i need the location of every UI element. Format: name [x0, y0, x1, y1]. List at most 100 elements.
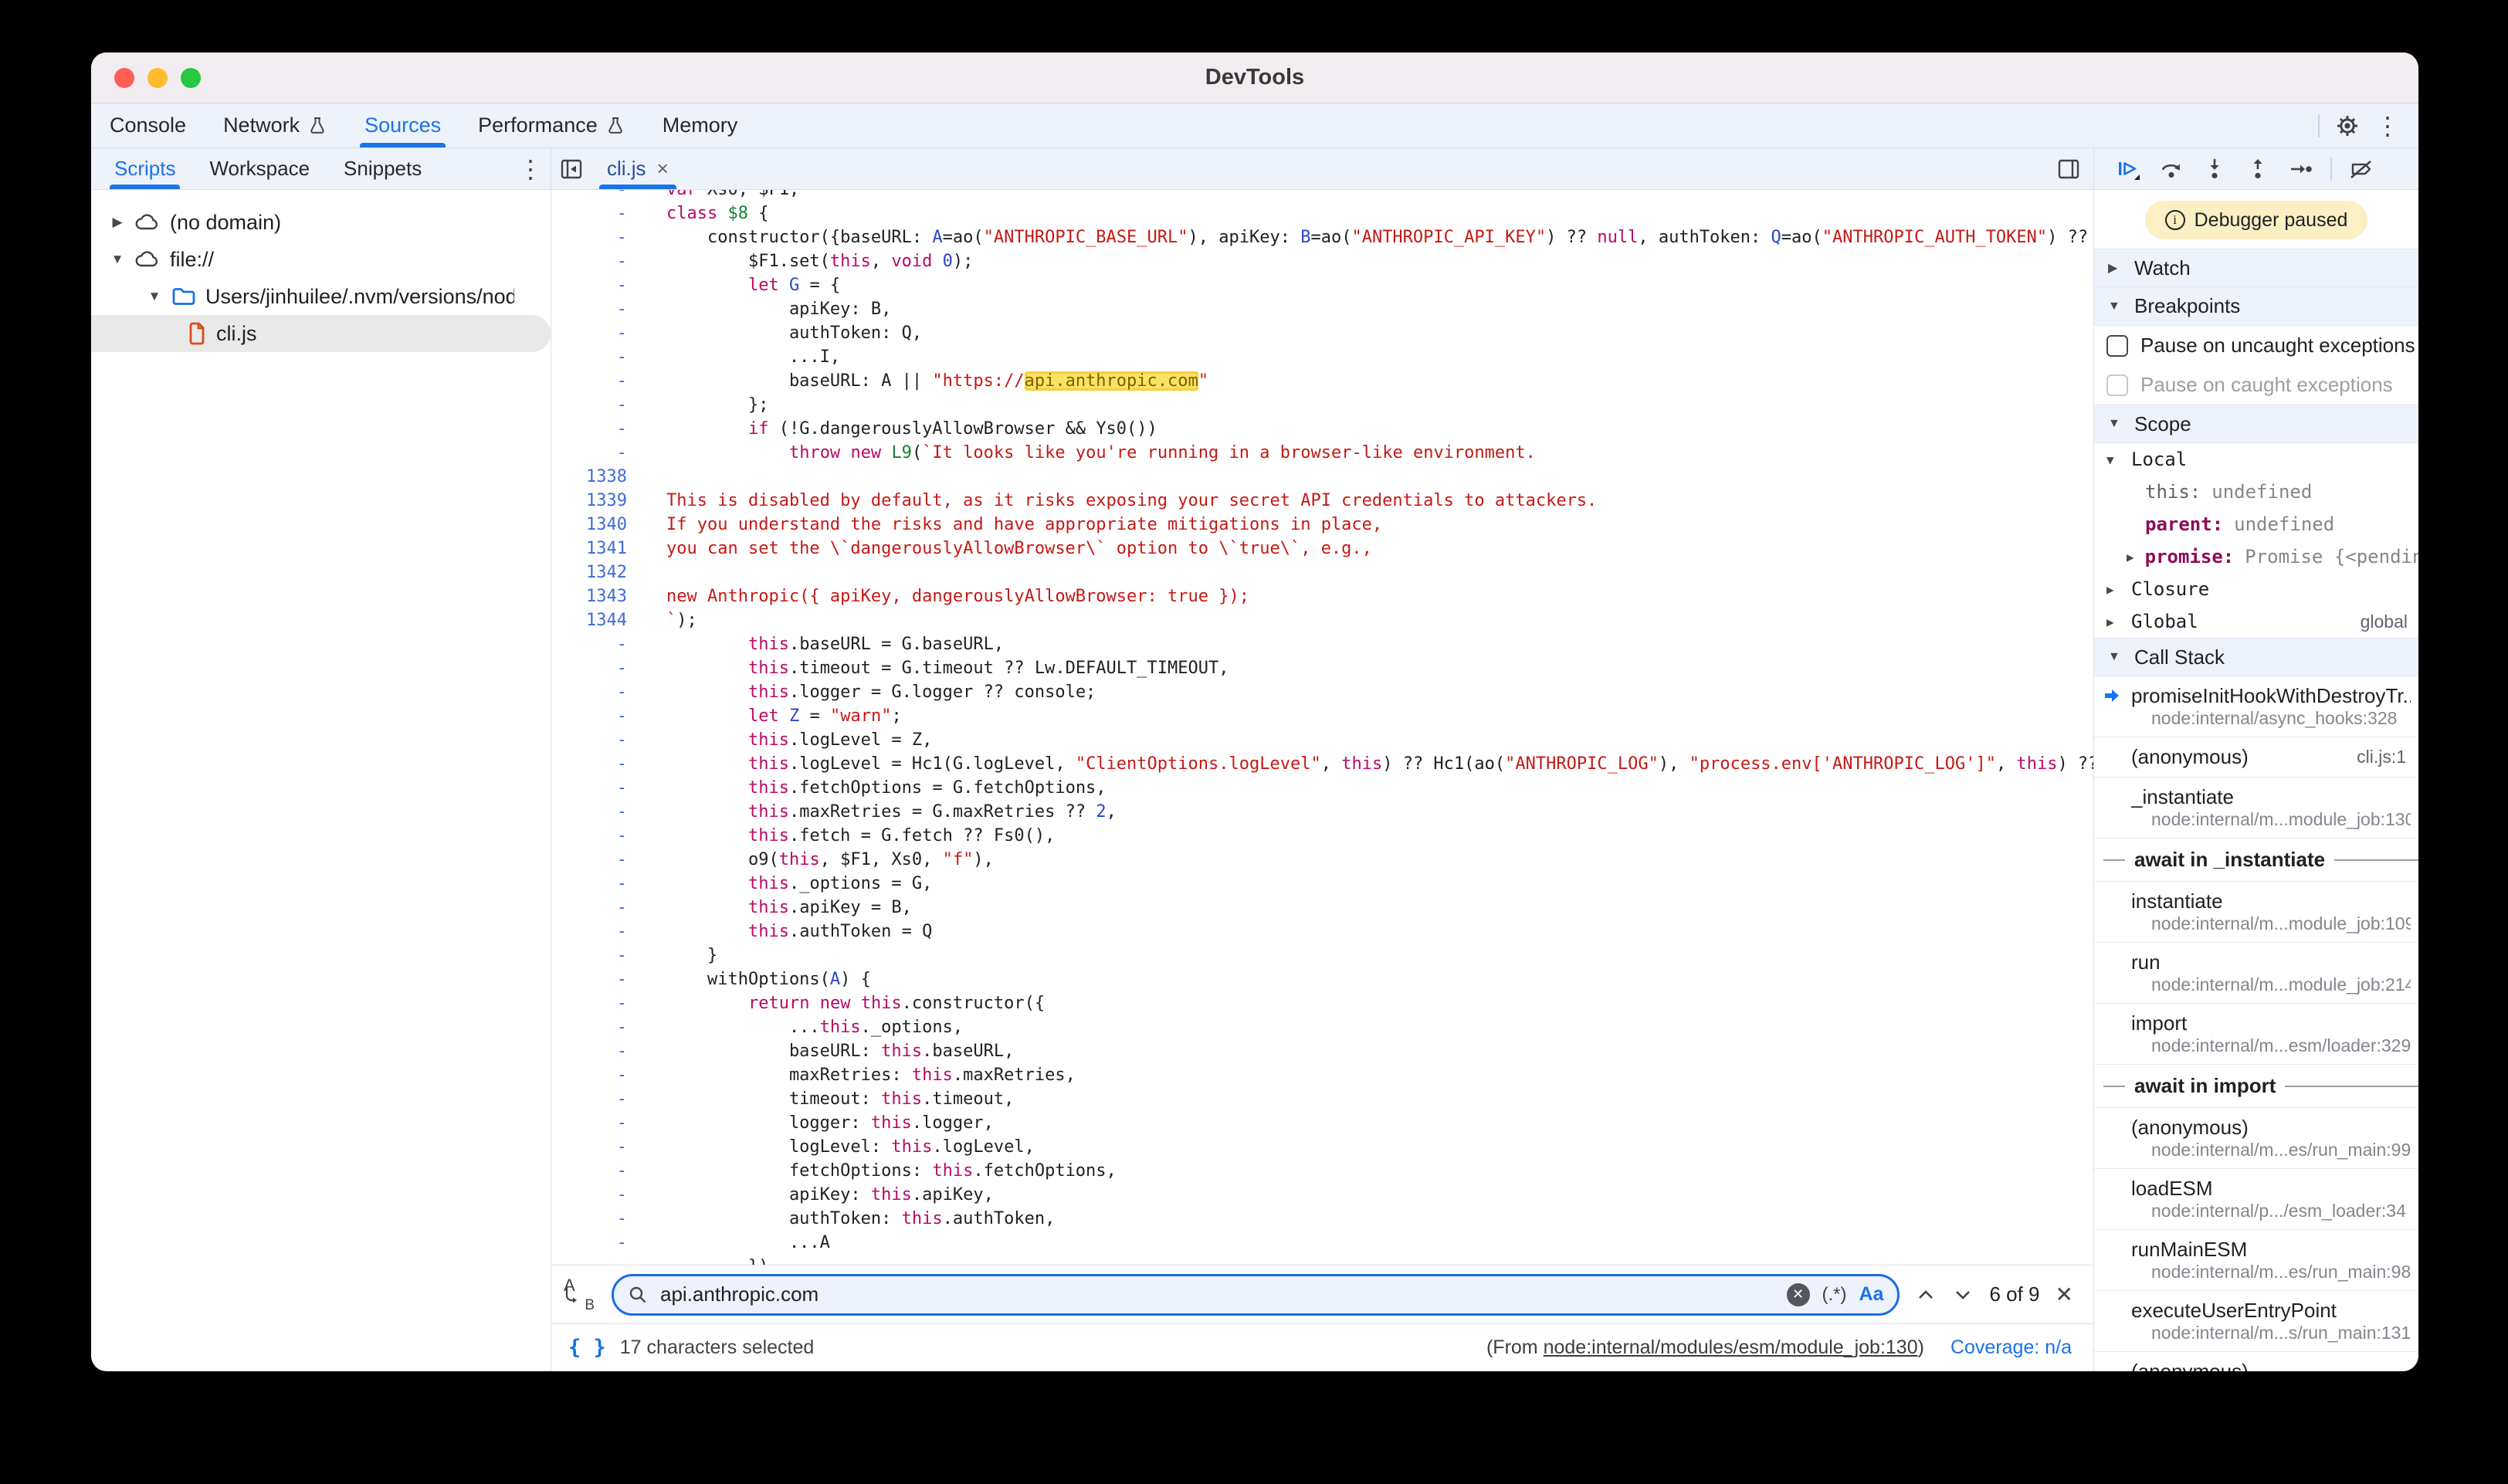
line-number[interactable]: -: [551, 944, 632, 967]
call-stack-frame[interactable]: (anonymous)node:internal/m...es/run_main…: [2094, 1108, 2418, 1169]
tab-snippets[interactable]: Snippets: [327, 148, 439, 189]
source-code-viewer[interactable]: -var Xs0, $F1;-class $8 {- constructor({…: [551, 190, 2093, 1265]
line-number[interactable]: -: [551, 1183, 632, 1207]
match-case-toggle[interactable]: Aa: [1859, 1283, 1884, 1306]
scope-closure[interactable]: ▶ Closure: [2094, 573, 2418, 605]
line-number[interactable]: -: [551, 202, 632, 225]
line-number[interactable]: -: [551, 1087, 632, 1111]
line-number[interactable]: -: [551, 1039, 632, 1063]
line-number[interactable]: -: [551, 704, 632, 728]
call-stack-frame[interactable]: _instantiatenode:internal/m...module_job…: [2094, 778, 2418, 839]
close-tab-icon[interactable]: ×: [657, 157, 669, 181]
line-number[interactable]: -: [551, 920, 632, 944]
tab-console[interactable]: Console: [91, 103, 205, 147]
tab-performance[interactable]: Performance: [459, 103, 644, 147]
tab-memory[interactable]: Memory: [644, 103, 757, 147]
clear-search-icon[interactable]: ✕: [1787, 1283, 1810, 1306]
line-number[interactable]: -: [551, 656, 632, 680]
line-number[interactable]: -: [551, 680, 632, 704]
line-number[interactable]: -: [551, 1231, 632, 1255]
section-breakpoints[interactable]: ▼ Breakpoints: [2094, 287, 2418, 326]
line-number[interactable]: -: [551, 345, 632, 369]
call-stack-frame[interactable]: runnode:internal/m...module_job:214: [2094, 943, 2418, 1004]
call-stack-frame[interactable]: (anonymous)node:internal/m...main_module…: [2094, 1352, 2418, 1371]
editor-tab-cli-js[interactable]: cli.js ×: [591, 148, 684, 189]
scope-promise[interactable]: ▶ promise: Promise {<pending>}: [2094, 540, 2418, 573]
pretty-print-icon[interactable]: { }: [568, 1336, 606, 1360]
section-scope[interactable]: ▼ Scope: [2094, 405, 2418, 443]
line-number[interactable]: 1340: [551, 513, 632, 537]
line-number[interactable]: -: [551, 728, 632, 752]
line-number[interactable]: -: [551, 1135, 632, 1159]
chevron-down-icon[interactable]: ▼: [147, 289, 162, 304]
line-number[interactable]: -: [551, 297, 632, 321]
tab-scripts[interactable]: Scripts: [97, 148, 192, 189]
call-stack-frame[interactable]: executeUserEntryPointnode:internal/m...s…: [2094, 1291, 2418, 1352]
section-watch[interactable]: ▶ Watch: [2094, 249, 2418, 287]
step-button[interactable]: [2279, 151, 2323, 187]
line-number[interactable]: -: [551, 369, 632, 393]
tree-item-no-domain[interactable]: ▶ (no domain): [91, 204, 551, 241]
step-into-button[interactable]: [2193, 151, 2236, 187]
chevron-down-icon[interactable]: ▼: [110, 252, 125, 267]
line-number[interactable]: -: [551, 824, 632, 848]
line-number[interactable]: -: [551, 848, 632, 872]
line-number[interactable]: -: [551, 249, 632, 273]
line-number[interactable]: -: [551, 1063, 632, 1087]
deactivate-breakpoints-button[interactable]: [2340, 151, 2383, 187]
tab-network[interactable]: Network: [205, 103, 346, 147]
line-number[interactable]: -: [551, 1159, 632, 1183]
line-number[interactable]: -: [551, 1111, 632, 1135]
tree-item-folder[interactable]: ▼ Users/jinhuilee/.nvm/versions/node/v2.…: [91, 278, 551, 315]
line-number[interactable]: -: [551, 800, 632, 824]
line-number[interactable]: -: [551, 225, 632, 249]
call-stack-frame[interactable]: loadESMnode:internal/p.../esm_loader:34: [2094, 1169, 2418, 1230]
line-number[interactable]: -: [551, 776, 632, 800]
find-input[interactable]: [660, 1282, 1774, 1306]
line-number[interactable]: -: [551, 273, 632, 297]
previous-match-button[interactable]: [1915, 1284, 1937, 1306]
line-number[interactable]: -: [551, 393, 632, 417]
line-number[interactable]: -: [551, 1015, 632, 1039]
call-stack-frame[interactable]: runMainESMnode:internal/m...es/run_main:…: [2094, 1230, 2418, 1291]
settings-button[interactable]: [2327, 108, 2367, 144]
line-number[interactable]: -: [551, 1255, 632, 1265]
line-number[interactable]: -: [551, 896, 632, 920]
tree-item-file-scheme[interactable]: ▼ file://: [91, 241, 551, 278]
line-number[interactable]: -: [551, 417, 632, 441]
pause-uncaught-row[interactable]: Pause on uncaught exceptions: [2094, 326, 2418, 365]
line-number[interactable]: -: [551, 190, 632, 202]
line-number[interactable]: -: [551, 991, 632, 1015]
line-number[interactable]: 1338: [551, 465, 632, 489]
line-number[interactable]: -: [551, 1207, 632, 1231]
pause-caught-row[interactable]: Pause on caught exceptions: [2094, 365, 2418, 405]
line-number[interactable]: -: [551, 967, 632, 991]
more-options-button[interactable]: ⋮: [2367, 108, 2408, 144]
line-number[interactable]: 1339: [551, 489, 632, 513]
tab-workspace[interactable]: Workspace: [192, 148, 327, 189]
step-out-button[interactable]: [2236, 151, 2279, 187]
line-number[interactable]: -: [551, 872, 632, 896]
close-find-bar-button[interactable]: ✕: [2056, 1282, 2073, 1307]
line-number[interactable]: -: [551, 441, 632, 465]
chevron-right-icon[interactable]: ▶: [110, 215, 125, 230]
regex-toggle[interactable]: (.*): [1822, 1284, 1847, 1306]
call-stack-frame[interactable]: instantiatenode:internal/m...module_job:…: [2094, 882, 2418, 943]
line-number[interactable]: -: [551, 632, 632, 656]
coverage-link[interactable]: Coverage: n/a: [1950, 1337, 2072, 1359]
source-origin-link[interactable]: node:internal/modules/esm/module_job:130: [1544, 1337, 1918, 1358]
resume-button[interactable]: [2106, 151, 2150, 187]
replace-toggle-icon[interactable]: A B: [561, 1276, 596, 1314]
call-stack-frame[interactable]: (anonymous)cli.js:1: [2094, 737, 2418, 778]
navigator-more-button[interactable]: ⋮: [510, 151, 551, 187]
line-number[interactable]: -: [551, 752, 632, 776]
tree-item-cli-js[interactable]: cli.js: [91, 315, 551, 352]
toggle-debugger-sidebar-button[interactable]: [2049, 151, 2089, 187]
scope-local[interactable]: ▼ Local: [2094, 443, 2418, 476]
line-number[interactable]: 1344: [551, 608, 632, 632]
scope-global[interactable]: ▶ Global global: [2094, 605, 2418, 638]
next-match-button[interactable]: [1952, 1284, 1974, 1306]
call-stack-frame[interactable]: promiseInitHookWithDestroyTr...node:inte…: [2094, 676, 2418, 737]
line-number[interactable]: 1342: [551, 561, 632, 584]
section-call-stack[interactable]: ▼ Call Stack: [2094, 638, 2418, 676]
